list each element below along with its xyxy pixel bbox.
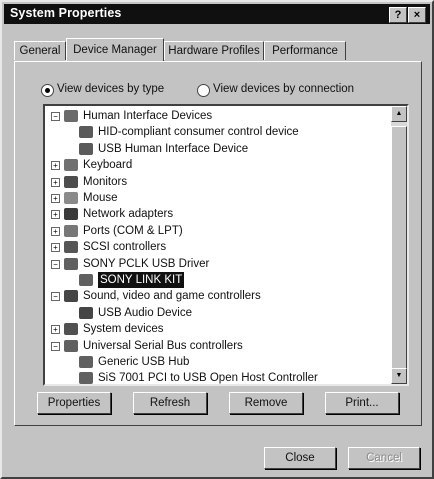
tree-item-label: USB Audio Device [98, 306, 192, 319]
collapse-icon[interactable]: − [51, 292, 60, 302]
help-button[interactable]: ? [389, 7, 407, 23]
tree-row[interactable]: USB Audio Device [45, 305, 389, 321]
tree-row[interactable]: + Network adapters [45, 206, 389, 222]
tree-row[interactable]: SiS 7001 PCI to USB Open Host Controller [45, 370, 389, 384]
hid-device-icon [79, 142, 93, 155]
expand-icon[interactable]: + [51, 194, 60, 203]
close-button[interactable]: Close [264, 447, 336, 469]
tree-item-label: HID-compliant consumer control device [98, 126, 299, 139]
expand-icon[interactable]: + [51, 325, 60, 335]
tab-performance[interactable]: Performance [264, 41, 346, 60]
radio-view-by-connection[interactable] [197, 84, 210, 97]
keyboard-icon [64, 159, 78, 172]
device-manager-panel: View devices by type View devices by con… [14, 61, 422, 426]
usb-icon [79, 356, 93, 368]
collapse-icon[interactable]: − [51, 112, 60, 121]
tree-item-label: SiS 7001 PCI to USB Open Host Controller [98, 372, 318, 384]
collapse-icon[interactable]: − [51, 259, 60, 269]
tree-row[interactable]: − Sound, video and game controllers [45, 288, 389, 304]
tree-item-label: SONY PCLK USB Driver [83, 257, 210, 270]
tree-row[interactable]: HID-compliant consumer control device [45, 124, 389, 140]
remove-button[interactable]: Remove [229, 392, 303, 414]
sound-icon [79, 306, 93, 319]
hid-device-icon [79, 126, 93, 139]
expand-icon[interactable]: + [51, 210, 60, 220]
system-properties-window: System Properties ? × General Device Man… [0, 0, 434, 479]
print-button[interactable]: Print... [325, 392, 399, 414]
scroll-thumb[interactable] [391, 126, 407, 380]
window-title: System Properties [10, 6, 122, 20]
usb-icon [64, 257, 78, 270]
tree-item-label: Generic USB Hub [98, 356, 190, 368]
tree-item-label: Keyboard [83, 159, 133, 172]
expand-icon[interactable]: + [51, 226, 60, 236]
port-icon [64, 224, 78, 237]
scroll-up-icon[interactable]: ▲ [391, 106, 407, 122]
device-tree[interactable]: − Human Interface Devices HID-compliant co… [43, 104, 409, 386]
usb-icon [79, 372, 93, 384]
collapse-icon[interactable]: − [51, 341, 60, 351]
expand-icon[interactable]: + [51, 243, 60, 253]
close-icon[interactable]: × [408, 7, 426, 23]
tab-hardware-profiles[interactable]: Hardware Profiles [164, 41, 264, 60]
tree-row[interactable]: + Keyboard [45, 157, 389, 173]
view-by-connection-label: View devices by connection [213, 83, 355, 95]
tree-item-label: Mouse [83, 192, 118, 204]
expand-icon[interactable]: + [51, 161, 60, 171]
tree-row[interactable]: + Ports (COM & LPT) [45, 223, 389, 239]
tree-row[interactable]: − Human Interface Devices [45, 108, 389, 124]
tree-item-label: SCSI controllers [83, 241, 167, 254]
title-bar[interactable]: System Properties ? × [4, 4, 430, 24]
tree-row[interactable]: SONY LINK KIT [45, 272, 389, 288]
tree-item-label: SONY LINK KIT [98, 272, 185, 288]
tab-general[interactable]: General [14, 41, 66, 60]
mouse-icon [64, 192, 78, 204]
hid-icon [64, 110, 78, 122]
tree-row[interactable]: + System devices [45, 321, 389, 337]
cancel-button[interactable]: Cancel [348, 447, 420, 469]
scsi-icon [64, 241, 78, 254]
monitor-icon [64, 175, 78, 188]
device-tree-content: − Human Interface Devices HID-compliant co… [45, 106, 389, 384]
tree-item-label: Human Interface Devices [83, 110, 213, 122]
network-icon [64, 208, 78, 221]
tree-item-label: USB Human Interface Device [98, 142, 249, 155]
tab-device-manager[interactable]: Device Manager [66, 38, 164, 61]
system-icon [64, 323, 78, 336]
scroll-down-icon[interactable]: ▼ [391, 368, 407, 384]
refresh-button[interactable]: Refresh [133, 392, 207, 414]
properties-button[interactable]: Properties [37, 392, 111, 414]
tree-item-label: System devices [83, 323, 164, 336]
tree-row[interactable]: − SONY PCLK USB Driver [45, 256, 389, 272]
view-by-type-label: View devices by type [57, 83, 165, 95]
tree-item-label: Sound, video and game controllers [83, 290, 261, 303]
tree-item-label: Network adapters [83, 208, 174, 221]
tree-scrollbar[interactable]: ▲ ▼ [391, 106, 407, 384]
tree-row[interactable]: Generic USB Hub [45, 354, 389, 370]
tree-row[interactable]: USB Human Interface Device [45, 141, 389, 157]
radio-view-by-type[interactable] [41, 84, 54, 97]
tree-item-label: Universal Serial Bus controllers [83, 339, 243, 352]
usb-icon [64, 339, 78, 352]
tree-row[interactable]: − Universal Serial Bus controllers [45, 338, 389, 354]
expand-icon[interactable]: + [51, 177, 60, 187]
tree-row[interactable]: + Monitors [45, 174, 389, 190]
usb-icon [79, 274, 93, 286]
sound-icon [64, 290, 78, 303]
tree-row[interactable]: + Mouse [45, 190, 389, 206]
tree-row[interactable]: + SCSI controllers [45, 239, 389, 255]
tree-item-label: Ports (COM & LPT) [83, 224, 183, 237]
radio-selected-dot [45, 88, 50, 93]
tree-item-label: Monitors [83, 175, 128, 188]
